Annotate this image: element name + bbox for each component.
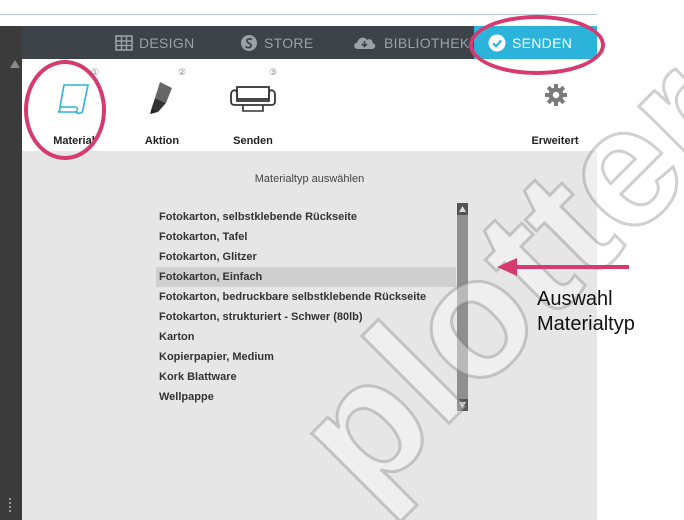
tab-store[interactable]: STORE bbox=[240, 26, 313, 59]
grid-icon bbox=[115, 34, 133, 51]
material-list: Fotokarton, selbstklebende Rückseite Foto… bbox=[156, 207, 456, 407]
material-list-item[interactable]: Fotokarton, strukturiert - Schwer (80lb) bbox=[156, 307, 456, 327]
scroll-down-arrow-icon[interactable] bbox=[457, 399, 468, 411]
material-list-scrollbar[interactable] bbox=[457, 203, 468, 411]
step-aktion[interactable]: ② Aktion bbox=[122, 59, 202, 151]
step-toolbar: ① Material ② Aktion ③ Senden Erweitert bbox=[22, 59, 597, 151]
left-side-panel bbox=[0, 26, 22, 520]
material-list-item[interactable]: Fotokarton, Einfach bbox=[156, 267, 456, 287]
top-navigation-bar: DESIGN STORE BIBLIOTHEK SENDEN bbox=[22, 26, 597, 59]
scroll-up-arrow-icon[interactable] bbox=[457, 203, 468, 215]
annotation-line-1: Auswahl bbox=[537, 288, 613, 310]
step-senden[interactable]: ③ Senden bbox=[213, 59, 293, 151]
material-panel: Materialtyp auswählen Fotokarton, selbst… bbox=[22, 151, 597, 520]
gear-icon bbox=[545, 84, 567, 106]
material-sheet-icon bbox=[57, 84, 89, 115]
window-top-strip bbox=[0, 0, 597, 15]
panel-title: Materialtyp auswählen bbox=[254, 173, 365, 185]
step-number: ① bbox=[91, 67, 100, 77]
advanced-label: Erweitert bbox=[531, 135, 579, 147]
resize-grip[interactable] bbox=[9, 498, 13, 512]
step-number: ② bbox=[178, 67, 187, 77]
cutter-roll-icon bbox=[230, 86, 276, 112]
material-list-item[interactable]: Fotokarton, Tafel bbox=[156, 227, 456, 247]
material-list-item[interactable]: Fotokarton, bedruckbare selbstklebende R… bbox=[156, 287, 456, 307]
tab-senden-label: SENDEN bbox=[512, 34, 573, 51]
material-list-item[interactable]: Karton bbox=[156, 327, 456, 347]
cloud-download-icon bbox=[354, 37, 376, 49]
step-material-label: Material bbox=[53, 135, 95, 147]
tab-store-label: STORE bbox=[264, 34, 314, 51]
collapse-arrow-icon[interactable] bbox=[10, 60, 20, 68]
checkmark-circle-icon bbox=[488, 34, 506, 51]
tab-design-label: DESIGN bbox=[139, 34, 195, 51]
tab-bibliothek[interactable]: BIBLIOTHEK bbox=[352, 26, 469, 59]
step-material[interactable]: ① Material bbox=[34, 59, 114, 151]
pen-tool-icon bbox=[150, 82, 172, 114]
annotation-text: Auswahl Materialtyp bbox=[537, 287, 635, 337]
tab-senden[interactable]: SENDEN bbox=[474, 26, 597, 59]
s-logo-icon bbox=[241, 34, 257, 51]
step-senden-label: Senden bbox=[233, 135, 273, 147]
material-list-item[interactable]: Kork Blattware bbox=[156, 367, 456, 387]
material-list-item[interactable]: Fotokarton, Glitzer bbox=[156, 247, 456, 267]
step-number: ③ bbox=[269, 67, 278, 77]
annotation-line-2: Materialtyp bbox=[537, 313, 635, 335]
step-aktion-label: Aktion bbox=[144, 135, 180, 147]
tab-design[interactable]: DESIGN bbox=[115, 26, 194, 59]
material-list-item[interactable]: Fotokarton, selbstklebende Rückseite bbox=[156, 207, 456, 227]
tab-bibliothek-label: BIBLIOTHEK bbox=[384, 34, 470, 51]
material-list-item[interactable]: Wellpappe bbox=[156, 387, 456, 407]
advanced-button[interactable]: Erweitert bbox=[515, 59, 595, 151]
material-list-item[interactable]: Kopierpapier, Medium bbox=[156, 347, 456, 367]
